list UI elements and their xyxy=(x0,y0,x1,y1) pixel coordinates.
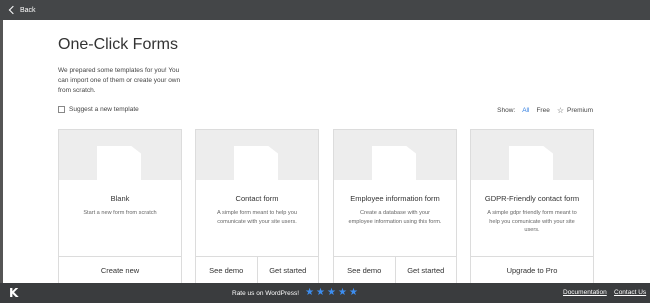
card-thumbnail xyxy=(471,130,593,180)
get-started-button[interactable]: Get started xyxy=(394,257,457,284)
card-thumbnail xyxy=(59,130,181,180)
rating-stars[interactable]: ★ ★ ★ ★ ★ xyxy=(305,288,358,298)
star-icon[interactable]: ★ xyxy=(305,288,314,298)
suggest-template-link[interactable]: Suggest a new template xyxy=(58,106,139,113)
create-new-button[interactable]: Create new xyxy=(59,257,181,284)
card-actions: Upgrade to Pro xyxy=(471,256,593,284)
chevron-left-icon xyxy=(8,5,18,15)
show-label: Show: xyxy=(497,107,516,114)
card-title: Contact form xyxy=(235,194,279,203)
star-icon[interactable]: ★ xyxy=(327,288,336,298)
card-actions: Create new xyxy=(59,256,181,284)
see-demo-button[interactable]: See demo xyxy=(196,257,257,284)
filter-all[interactable]: All xyxy=(522,107,529,114)
card-thumbnail xyxy=(334,130,456,180)
card-description: Create a database with your employee inf… xyxy=(348,210,442,225)
left-edge-strip xyxy=(0,20,3,283)
top-bar: Back xyxy=(0,0,650,20)
template-card-blank: Blank Start a new form from scratch Crea… xyxy=(58,129,182,284)
checkbox-icon xyxy=(58,106,65,113)
star-icon[interactable]: ★ xyxy=(349,288,358,298)
card-actions: See demo Get started xyxy=(196,256,318,284)
template-filter: Show: All Free ☆ Premium xyxy=(497,106,593,115)
card-description: A simple form meant to help you comunica… xyxy=(217,210,297,225)
card-description: Start a new form from scratch xyxy=(83,210,157,216)
card-thumbnail xyxy=(196,130,318,180)
document-icon xyxy=(509,146,553,180)
template-card-gdpr: GDPR-Friendly contact form A simple gdpr… xyxy=(470,129,594,284)
star-icon[interactable]: ★ xyxy=(316,288,325,298)
document-icon xyxy=(234,146,278,180)
filter-premium[interactable]: Premium xyxy=(567,107,593,114)
suggest-label: Suggest a new template xyxy=(69,106,139,113)
filter-free[interactable]: Free xyxy=(536,107,549,114)
brand-logo: K xyxy=(9,286,19,300)
rate-label: Rate us on WordPress! xyxy=(232,289,300,297)
template-card-employee: Employee information form Create a datab… xyxy=(333,129,457,284)
card-actions: See demo Get started xyxy=(334,256,456,284)
card-title: Blank xyxy=(110,194,130,203)
star-icon[interactable]: ★ xyxy=(338,288,347,298)
card-description: A simple gdpr friendly form meant to hel… xyxy=(487,210,577,233)
contact-us-link[interactable]: Contact Us xyxy=(614,289,646,296)
back-button[interactable]: Back xyxy=(8,5,36,15)
get-started-button[interactable]: Get started xyxy=(256,257,319,284)
document-icon xyxy=(372,146,416,180)
rate-us[interactable]: Rate us on WordPress! ★ ★ ★ ★ ★ xyxy=(232,288,358,298)
page-title: One-Click Forms xyxy=(58,36,179,53)
see-demo-button[interactable]: See demo xyxy=(334,257,395,284)
card-title: GDPR-Friendly contact form xyxy=(484,194,580,203)
document-icon xyxy=(97,146,141,180)
template-card-contact: Contact form A simple form meant to help… xyxy=(195,129,319,284)
card-title: Employee information form xyxy=(350,194,440,203)
back-label: Back xyxy=(20,6,36,14)
page-intro: We prepared some templates for you! You … xyxy=(58,67,181,94)
footer-bar: K Rate us on WordPress! ★ ★ ★ ★ ★ Docume… xyxy=(0,283,650,303)
upgrade-to-pro-button[interactable]: Upgrade to Pro xyxy=(471,257,593,284)
star-outline-icon: ☆ xyxy=(556,106,564,115)
documentation-link[interactable]: Documentation xyxy=(563,289,607,296)
